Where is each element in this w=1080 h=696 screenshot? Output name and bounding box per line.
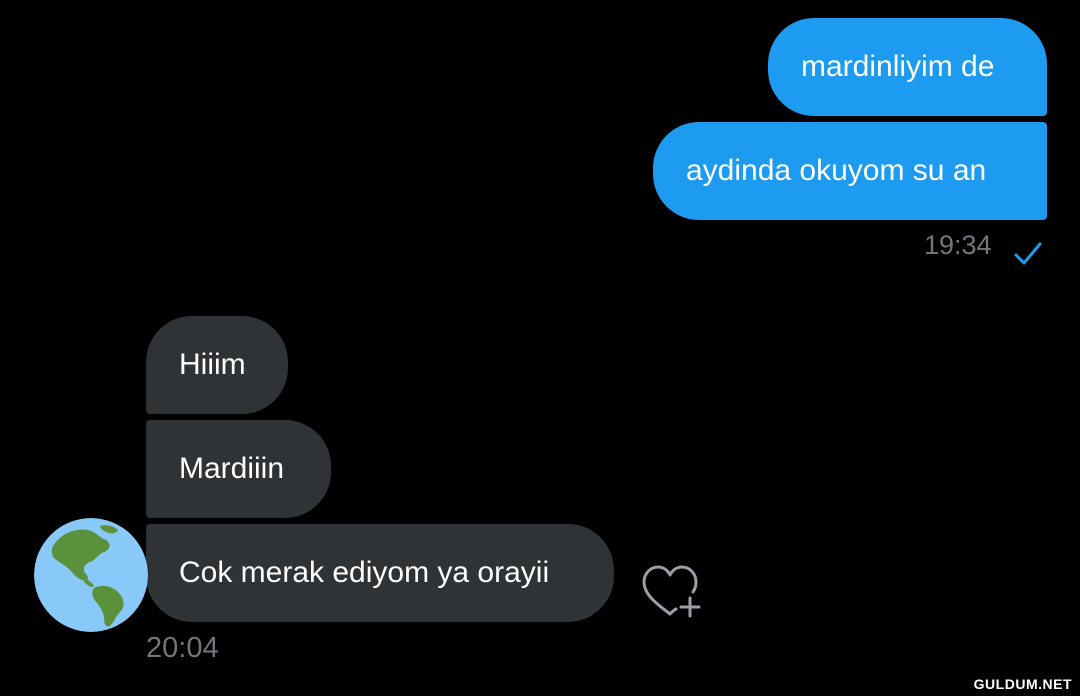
watermark: GULDUM.NET [973,676,1072,692]
received-message-timestamp: 20:04 [146,632,219,664]
message-text: Hiiim [179,348,246,381]
heart-plus-icon[interactable] [640,564,706,620]
message-text: mardinliyim de [801,50,995,83]
message-text: Cok merak ediyom ya orayii [179,556,550,589]
sent-message-bubble[interactable]: mardinliyim de [768,18,1047,116]
sent-message-bubble[interactable]: aydinda okuyom su an [653,122,1047,220]
sent-message-timestamp: 19:34 [924,230,992,260]
message-text: aydinda okuyom su an [686,154,987,187]
received-message-bubble[interactable]: Cok merak ediyom ya orayii [146,524,614,622]
check-icon [1014,242,1042,265]
message-text: Mardiiin [179,452,285,485]
received-message-bubble[interactable]: Mardiiin [146,420,331,518]
received-message-bubble[interactable]: Hiiim [146,316,288,414]
globe-americas-icon [34,518,148,632]
sender-avatar[interactable] [34,518,148,632]
